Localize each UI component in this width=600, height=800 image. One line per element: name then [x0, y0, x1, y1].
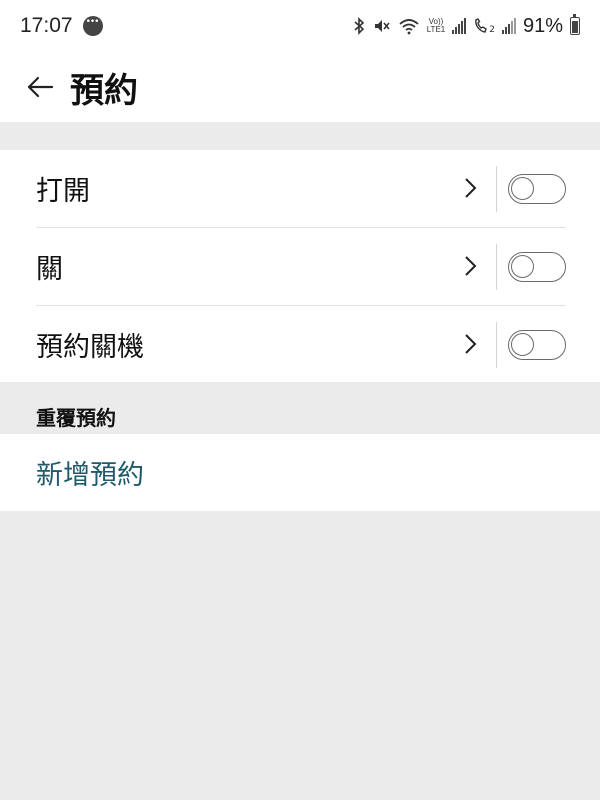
wifi-icon — [398, 16, 420, 36]
battery-fill — [572, 21, 578, 33]
schedule-row-label: 關 — [36, 254, 63, 285]
schedule-row-label: 打開 — [36, 176, 90, 207]
back-button[interactable] — [18, 65, 62, 109]
toggle-knob — [511, 255, 534, 278]
toggle-knob — [511, 177, 534, 200]
row-divider — [496, 244, 497, 290]
app-bar: 預約 — [0, 52, 600, 122]
page-title: 預約 — [70, 70, 138, 111]
toggle-knob — [511, 333, 534, 356]
battery-percent: 91% — [522, 14, 563, 37]
wifi-calling-icon: 2 — [473, 16, 495, 36]
chevron-right-icon[interactable] — [458, 176, 482, 200]
scheduled-shutdown-toggle[interactable] — [508, 330, 566, 360]
schedule-row-power-on[interactable]: 打開 — [0, 150, 600, 227]
add-schedule-label: 新增預約 — [36, 460, 144, 491]
status-bar: 17:07 Vo)) LTE1 2 91% — [0, 0, 600, 52]
row-divider — [496, 166, 497, 212]
schedule-card: 打開 關 預約關機 — [0, 150, 600, 382]
signal-strength-sim2-icon — [501, 18, 516, 34]
status-icons: Vo)) LTE1 2 91% — [352, 14, 580, 38]
repeat-section-header: 重覆預約 — [36, 406, 116, 430]
volte-bottom-label: LTE1 — [426, 25, 446, 34]
volte-indicator: Vo)) LTE1 — [427, 16, 446, 36]
power-off-toggle[interactable] — [508, 252, 566, 282]
schedule-row-label: 預約關機 — [36, 332, 144, 363]
mute-icon — [373, 16, 391, 36]
row-divider — [496, 322, 497, 368]
bluetooth-icon — [352, 16, 366, 36]
schedule-row-scheduled-shutdown[interactable]: 預約關機 — [0, 306, 600, 383]
message-notification-icon — [82, 16, 103, 36]
arrow-left-icon — [27, 76, 54, 98]
battery-icon — [570, 14, 580, 35]
add-schedule-button[interactable]: 新增預約 — [0, 434, 600, 511]
sim2-label: 2 — [489, 25, 495, 35]
status-time: 17:07 — [20, 14, 73, 37]
schedule-row-power-off[interactable]: 關 — [0, 228, 600, 305]
power-on-toggle[interactable] — [508, 174, 566, 204]
chevron-right-icon[interactable] — [458, 332, 482, 356]
chevron-right-icon[interactable] — [458, 254, 482, 278]
signal-strength-sim1-icon — [452, 18, 467, 34]
